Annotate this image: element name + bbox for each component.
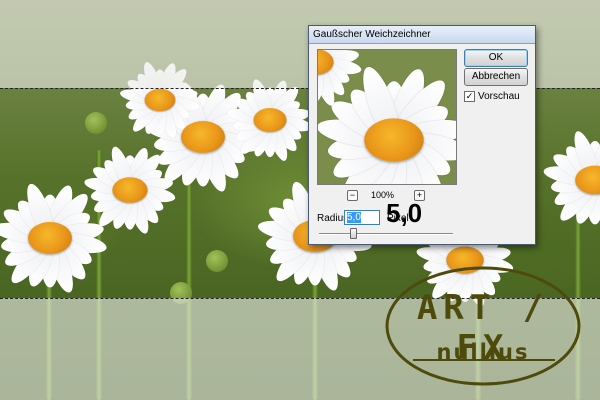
dialog-title[interactable]: Gaußscher Weichzeichner: [309, 26, 535, 44]
cancel-button[interactable]: Abbrechen: [464, 68, 528, 86]
flower-bud: [206, 250, 228, 272]
daisy-center: [28, 222, 72, 254]
radius-slider-thumb[interactable]: [350, 228, 357, 239]
flower-bud: [85, 112, 107, 134]
radius-slider-track[interactable]: [319, 233, 453, 235]
preview-window[interactable]: [317, 49, 457, 185]
radius-input[interactable]: 5,0: [344, 210, 380, 225]
zoom-out-button[interactable]: −: [347, 190, 358, 201]
watermark-logo: ART / FX nullius: [383, 262, 583, 390]
daisy-center: [253, 108, 287, 132]
radius-callout: 5,0: [386, 198, 423, 228]
preview-checkbox[interactable]: ✓: [464, 91, 475, 102]
preview-checkbox-label: Vorschau: [478, 91, 520, 102]
radius-input-value: 5,0: [347, 212, 361, 223]
watermark-subtitle: nullius: [436, 340, 530, 364]
daisy-center: [112, 177, 148, 203]
daisy-flower: [82, 142, 178, 238]
preview-image: [318, 50, 456, 184]
daisy-center: [364, 118, 424, 162]
daisy-flower: [541, 126, 600, 234]
daisy-flower: [318, 50, 364, 110]
ok-button[interactable]: OK: [464, 49, 528, 67]
daisy-center: [144, 88, 176, 112]
